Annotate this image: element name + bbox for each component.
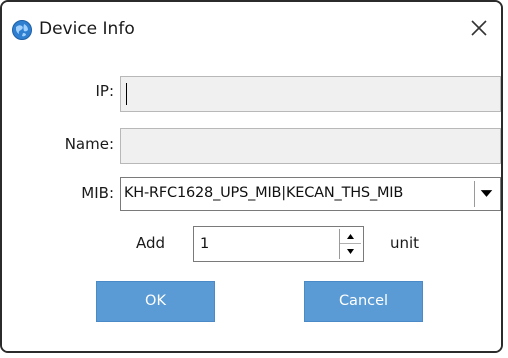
quantity-stepper[interactable]: 1: [193, 226, 364, 262]
close-icon[interactable]: [465, 14, 493, 42]
device-info-dialog: Device Info IP: Name: MIB: KH-RFC1628_UP…: [0, 0, 503, 353]
mib-selected-value: KH-RFC1628_UPS_MIB|KECAN_THS_MIB: [124, 185, 404, 201]
cancel-button[interactable]: Cancel: [304, 281, 423, 322]
name-label: Name:: [64, 135, 114, 153]
title-bar: Device Info: [2, 2, 501, 54]
unit-label: unit: [390, 234, 420, 252]
quantity-value: 1: [200, 236, 210, 252]
name-input[interactable]: [120, 128, 501, 164]
ip-input[interactable]: [120, 76, 501, 112]
mib-dropdown[interactable]: KH-RFC1628_UPS_MIB|KECAN_THS_MIB: [120, 177, 501, 211]
mib-label: MIB:: [81, 184, 114, 202]
ok-button[interactable]: OK: [96, 281, 215, 322]
spin-down-icon[interactable]: [340, 244, 361, 259]
dialog-body: IP: Name: MIB: KH-RFC1628_UPS_MIB|KECAN_…: [2, 54, 501, 351]
stepper-buttons: [339, 229, 361, 259]
text-caret: [126, 83, 127, 105]
spin-up-icon[interactable]: [340, 229, 361, 244]
triangle-down-icon[interactable]: [474, 181, 498, 207]
window-title: Device Info: [39, 19, 135, 39]
ip-label: IP:: [95, 82, 114, 100]
app-globe-icon: [12, 20, 32, 40]
add-label: Add: [136, 234, 166, 252]
